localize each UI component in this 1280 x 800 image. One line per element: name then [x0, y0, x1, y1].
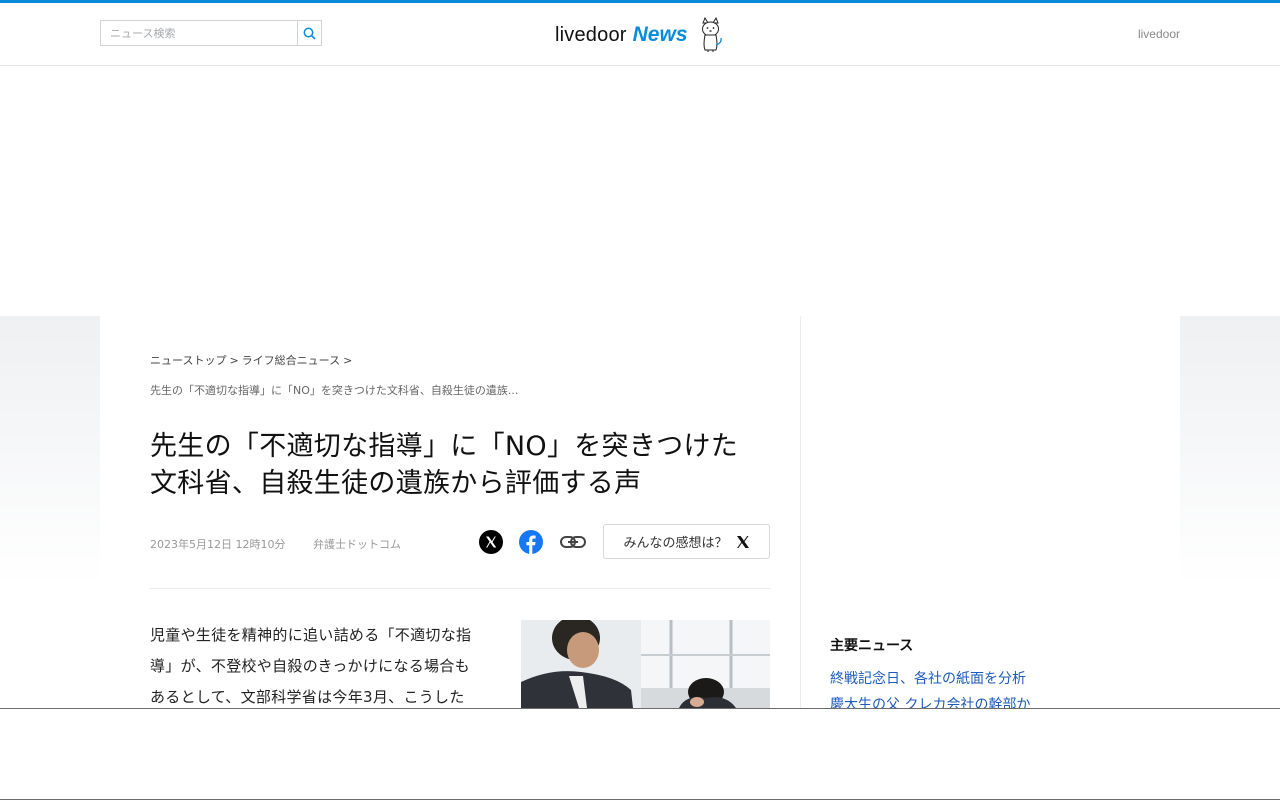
- facebook-share-icon[interactable]: [519, 530, 543, 554]
- site-logo[interactable]: livedoor News: [555, 17, 724, 53]
- article-title-line: 先生の「不適切な指導」に「NO」を突きつけた: [150, 431, 739, 462]
- article-photo-image: [521, 620, 770, 708]
- share-buttons: [479, 530, 587, 554]
- sidebar: 主要ニュース 終戦記念日、各社の紙面を分析 慶大生の父 クレカ会社の幹部か: [800, 316, 1180, 713]
- breadcrumb-current: 先生の「不適切な指導」に「NO」を突きつけた文科省、自殺生徒の遺族...: [150, 384, 519, 397]
- logo-livedoor-text: livedoor: [555, 23, 627, 46]
- reactions-label: みんなの感想は？: [623, 536, 728, 551]
- reactions-button[interactable]: みんなの感想は？: [603, 524, 770, 559]
- article-body-line: 児童や生徒を精神的に追い詰める「不適切な指: [150, 626, 472, 644]
- article-photo[interactable]: [521, 620, 770, 708]
- site-header: livedoor News livedoor: [0, 3, 1280, 66]
- article-date: 2023年5月12日 12時10分: [150, 538, 286, 551]
- article-main: ニューストップ > ライフ総合ニュース > 先生の「不適切な指導」に「NO」を突きつけ…: [100, 316, 800, 708]
- bottom-ad-bar: [0, 708, 1280, 800]
- breadcrumb-item-life[interactable]: ライフ総合ニュース: [242, 354, 340, 367]
- search-box: [100, 20, 322, 46]
- logo-news-text: News: [632, 23, 688, 46]
- article-body-line: 導」が、不登校や自殺のきっかけになる場合も: [150, 657, 470, 675]
- breadcrumb: ニューストップ > ライフ総合ニュース >: [150, 352, 355, 368]
- x-share-icon[interactable]: [479, 530, 503, 554]
- search-icon: [303, 27, 316, 40]
- breadcrumb-separator: >: [229, 354, 239, 367]
- top-news-item[interactable]: 終戦記念日、各社の紙面を分析: [830, 666, 1030, 692]
- article-meta: 2023年5月12日 12時10分 弁護士ドットコム: [150, 536, 401, 552]
- article-source[interactable]: 弁護士ドットコム: [313, 538, 401, 551]
- sidebar-heading: 主要ニュース: [830, 638, 914, 654]
- copy-link-icon[interactable]: [559, 530, 587, 554]
- search-input[interactable]: [101, 21, 297, 45]
- x-icon: [736, 535, 749, 548]
- breadcrumb-separator: >: [343, 354, 353, 367]
- livedoor-link[interactable]: livedoor: [1138, 27, 1180, 41]
- search-button[interactable]: [297, 21, 321, 45]
- article-title-line: 文科省、自殺生徒の遺族から評価する声: [150, 468, 642, 499]
- article-title: 先生の「不適切な指導」に「NO」を突きつけた 文科省、自殺生徒の遺族から評価する…: [150, 428, 770, 502]
- article-body: 児童や生徒を精神的に追い詰める「不適切な指 導」が、不登校や自殺のきっかけになる…: [150, 620, 492, 713]
- breadcrumb-item-news-top[interactable]: ニューストップ: [150, 354, 226, 367]
- mascot-dog-icon: [701, 17, 722, 52]
- divider: [150, 588, 770, 589]
